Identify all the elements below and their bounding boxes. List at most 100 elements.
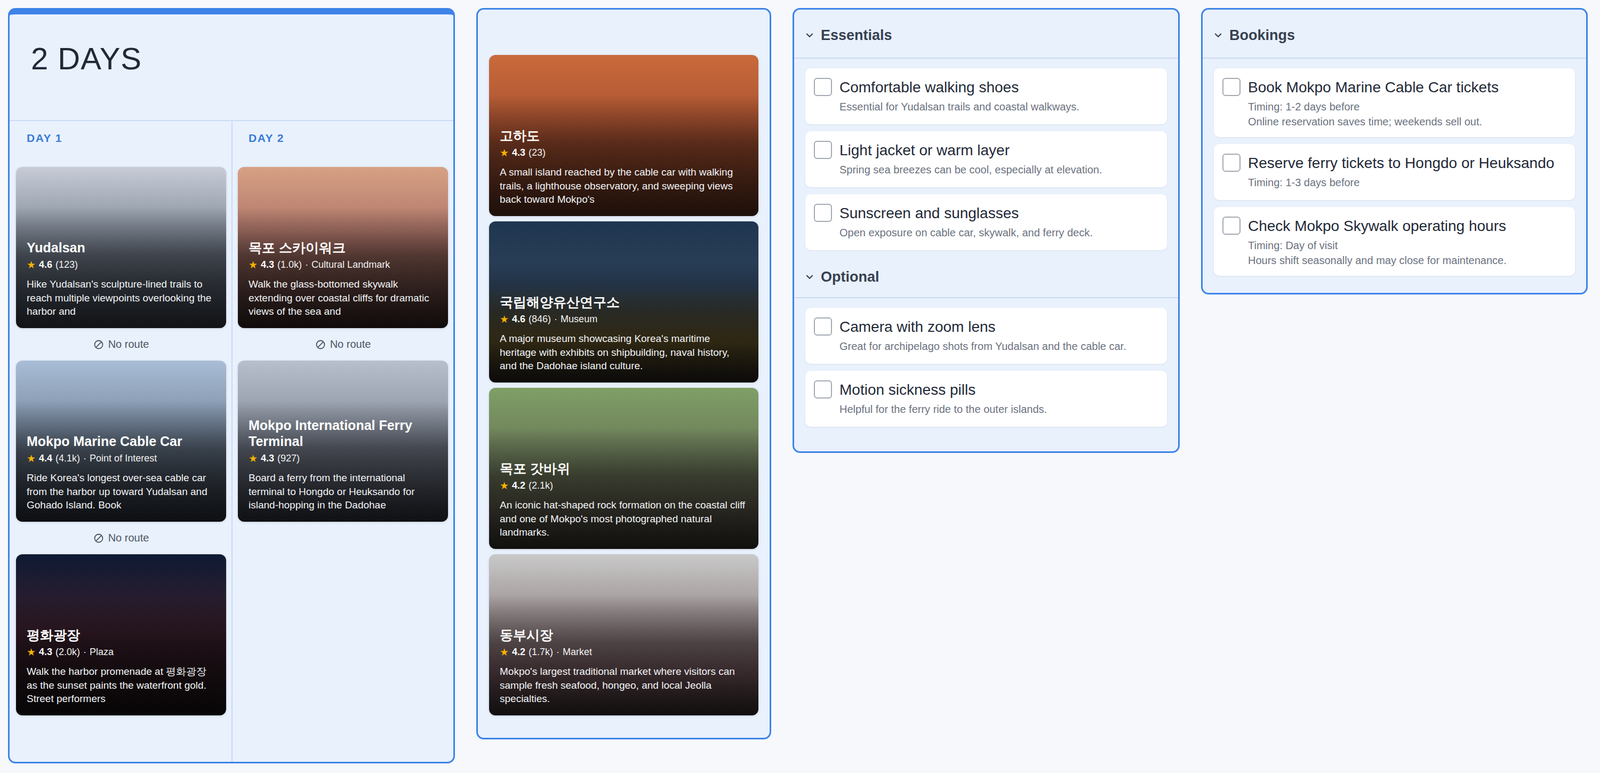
star-icon: ★: [248, 452, 258, 465]
place-meta: ★4.3(1.0k)·Cultural Landmark: [248, 258, 438, 271]
checklist-items: Camera with zoom lensGreat for archipela…: [794, 298, 1179, 432]
place-name: 고하도: [499, 127, 748, 144]
place-name: Yudalsan: [26, 239, 216, 256]
item-text: Light jacket or warm layerSpring sea bre…: [839, 140, 1103, 177]
meta-separator: ·: [554, 313, 558, 325]
place-description: Board a ferry from the international ter…: [248, 470, 438, 512]
place-description: An iconic hat-shaped rock formation on t…: [499, 498, 748, 540]
place-rating: 4.2: [512, 480, 526, 492]
place-name: Mokpo Marine Cable Car: [26, 433, 216, 450]
suggestion-card[interactable]: 목포 갓바위★4.2(2.1k)An iconic hat-shaped roc…: [489, 387, 759, 549]
section-title: Essentials: [820, 27, 893, 44]
place-review-count: (1.0k): [277, 259, 302, 271]
checklist-item[interactable]: Camera with zoom lensGreat for archipela…: [805, 307, 1167, 364]
checklist-item[interactable]: Comfortable walking shoesEssential for Y…: [805, 68, 1167, 125]
checkbox[interactable]: [813, 77, 832, 96]
suggestion-card[interactable]: 동부시장 ★4.2(1.7k)·Market Mokpo's largest tra…: [489, 554, 759, 716]
place-meta: ★4.6(123): [26, 258, 216, 271]
route-label: No route: [108, 531, 150, 544]
day-column: DAY 2 목포 스카이워크 ★4.3(1.0k)·Cultural Landmar…: [231, 121, 454, 762]
checkbox[interactable]: [1222, 77, 1241, 96]
booking-item[interactable]: Reserve ferry tickets to Hongdo or Heuks…: [1213, 144, 1575, 200]
section-header[interactable]: Essentials: [794, 9, 1179, 59]
day-column: DAY 1Yudalsan★4.6(123)Hike Yudalsan's sc…: [9, 121, 232, 762]
booking-item[interactable]: Check Mokpo Skywalk operating hoursTimin…: [1213, 206, 1575, 276]
item-title: Reserve ferry tickets to Hongdo or Heuks…: [1248, 153, 1555, 173]
place-name: 동부시장: [499, 626, 748, 643]
place-description: Ride Korea's longest over-sea cable car …: [26, 470, 216, 512]
place-review-count: (846): [528, 313, 551, 325]
item-timing: Timing: 1-2 days before: [1248, 99, 1499, 114]
star-icon: ★: [499, 313, 509, 326]
checkbox[interactable]: [1222, 216, 1241, 235]
checkbox[interactable]: [813, 140, 832, 159]
place-rating: 4.6: [38, 259, 53, 271]
place-card[interactable]: Yudalsan ★4.6(123) Hike Yudalsan's sculptu…: [16, 166, 227, 328]
no-route-icon: [315, 339, 326, 350]
place-category: Plaza: [89, 646, 114, 658]
checklist-item[interactable]: Sunscreen and sunglassesOpen exposure on…: [805, 194, 1167, 251]
days-grid: DAY 1Yudalsan★4.6(123)Hike Yudalsan's sc…: [9, 121, 454, 762]
section-title: Bookings: [1229, 27, 1295, 44]
checkbox[interactable]: [813, 317, 832, 336]
star-icon: ★: [499, 645, 509, 659]
place-name: 목포 스카이워크: [248, 239, 438, 256]
itinerary-header: 2 DAYS: [9, 14, 454, 122]
place-rating: 4.3: [512, 147, 526, 159]
item-text: Reserve ferry tickets to Hongdo or Heuks…: [1248, 153, 1555, 190]
booking-item[interactable]: Book Mokpo Marine Cable Car ticketsTimin…: [1213, 68, 1575, 138]
item-note: Spring sea breezes can be cool, especial…: [839, 162, 1103, 177]
route-connector[interactable]: No route: [237, 328, 448, 361]
item-title: Sunscreen and sunglasses: [839, 203, 1093, 223]
place-rating: 4.3: [260, 259, 275, 271]
place-review-count: (23): [528, 147, 546, 159]
item-note: Hours shift seasonally and may close for…: [1248, 253, 1507, 268]
checkbox[interactable]: [813, 203, 832, 222]
place-description: Hike Yudalsan's sculpture-lined trails t…: [26, 277, 216, 319]
star-icon: ★: [26, 645, 36, 659]
star-icon: ★: [499, 146, 509, 159]
checklist-item[interactable]: Light jacket or warm layerSpring sea bre…: [805, 131, 1167, 188]
item-title: Motion sickness pills: [839, 380, 1047, 399]
meta-separator: ·: [83, 646, 87, 658]
place-name: 국립해양유산연구소: [499, 293, 748, 310]
item-text: Motion sickness pills Helpful for the fer…: [839, 380, 1047, 416]
route-connector[interactable]: No route: [16, 521, 227, 555]
place-name: Mokpo International Ferry Terminal: [248, 417, 438, 450]
route-connector[interactable]: No route: [16, 328, 227, 361]
page: 2 DAYSDAY 1Yudalsan★4.6(123)Hike Yudalsa…: [0, 0, 1600, 773]
checklist-panel: Essentials Comfortable walking shoesEssen…: [792, 8, 1180, 453]
place-card[interactable]: Mokpo International Ferry Terminal★4.3(9…: [237, 360, 448, 522]
star-icon: ★: [26, 258, 36, 271]
place-description: Walk the glass-bottomed skywalk extendin…: [248, 277, 438, 319]
section-header[interactable]: Optional: [794, 255, 1179, 299]
item-text: Comfortable walking shoesEssential for Y…: [839, 77, 1080, 114]
place-card[interactable]: 목포 스카이워크 ★4.3(1.0k)·Cultural Landmark Walk…: [237, 166, 448, 328]
checklist-item[interactable]: Motion sickness pills Helpful for the fer…: [805, 370, 1167, 427]
meta-separator: ·: [305, 259, 309, 271]
checkbox[interactable]: [1222, 153, 1241, 172]
day-label: DAY 2: [237, 121, 448, 145]
place-rating: 4.2: [512, 646, 526, 658]
place-meta: ★4.2(1.7k)·Market: [499, 645, 748, 659]
suggestion-card[interactable]: 고하도★4.3(23)A small island reached by the…: [489, 54, 759, 216]
checkbox[interactable]: [813, 380, 832, 399]
item-note: Helpful for the ferry ride to the outer …: [839, 402, 1047, 416]
suggestion-card[interactable]: 국립해양유산연구소★4.6(846)·MuseumA major museum …: [489, 221, 759, 383]
item-text: Book Mokpo Marine Cable Car ticketsTimin…: [1248, 77, 1499, 129]
place-card[interactable]: 평화광장★4.3(2.0k)·PlazaWalk the harbor prom…: [16, 554, 227, 716]
place-description: Mokpo's largest traditional market where…: [499, 664, 748, 706]
item-note: Online reservation saves time; weekends …: [1248, 114, 1499, 129]
bookings-section: Bookings Book Mokpo Marine Cable Car tick…: [1202, 9, 1587, 282]
item-note: Great for archipelago shots from Yudalsa…: [839, 339, 1127, 354]
place-description: Walk the harbor promenade at 평화광장 as the…: [26, 664, 216, 706]
place-rating: 4.3: [38, 646, 53, 658]
bookings-panel: Bookings Book Mokpo Marine Cable Car tick…: [1201, 8, 1588, 295]
section-header[interactable]: Bookings: [1202, 9, 1587, 59]
place-review-count: (2.0k): [55, 646, 80, 658]
place-meta: ★4.2(2.1k): [499, 479, 748, 492]
place-meta: ★4.6(846)·Museum: [499, 313, 748, 326]
place-rating: 4.3: [260, 452, 275, 464]
item-text: Check Mokpo Skywalk operating hoursTimin…: [1248, 216, 1507, 268]
place-card[interactable]: Mokpo Marine Cable Car★4.4(4.1k)·Point o…: [16, 360, 227, 522]
